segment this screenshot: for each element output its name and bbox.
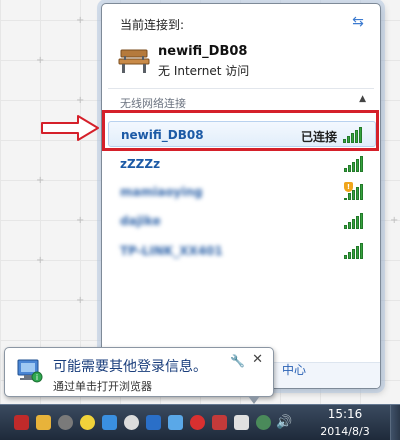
- network-item-dajike[interactable]: dajike: [108, 208, 376, 234]
- balloon-subtitle: 通过单击打开浏览器: [53, 380, 152, 393]
- unicom-icon[interactable]: [190, 415, 205, 430]
- app-red-icon[interactable]: [14, 415, 29, 430]
- taskbar: 🔊 15:16 2014/8/3: [0, 404, 400, 440]
- close-icon[interactable]: ✕: [252, 352, 263, 367]
- clock-time[interactable]: 15:16: [323, 407, 367, 421]
- current-network-name: newifi_DB08: [158, 44, 248, 59]
- bench-network-icon: [118, 49, 150, 73]
- network-name: dajike: [120, 214, 161, 228]
- login-balloon[interactable]: i 可能需要其他登录信息。 通过单击打开浏览器 🔧 ✕: [4, 347, 274, 397]
- flyout-header: 当前连接到:: [120, 18, 185, 32]
- signal-strength-icon: [344, 211, 364, 229]
- app-gray-icon[interactable]: [58, 415, 73, 430]
- shield-icon: !: [344, 182, 353, 192]
- balloon-title: 可能需要其他登录信息。: [53, 359, 207, 375]
- app-red2-icon[interactable]: [212, 415, 227, 430]
- network-name: mamiaoying: [120, 185, 203, 199]
- wrench-icon[interactable]: 🔧: [230, 354, 245, 368]
- app-blue2-icon[interactable]: [146, 415, 161, 430]
- red-arrow-icon: [41, 115, 99, 141]
- network-item-tplink[interactable]: TP-LINK_XX401: [108, 238, 376, 264]
- app-lightblue-icon[interactable]: [168, 415, 183, 430]
- show-desktop-button[interactable]: [390, 405, 400, 440]
- clock-date[interactable]: 2014/8/3: [312, 425, 378, 438]
- network-info-icon: i: [17, 359, 43, 383]
- network-tray-icon[interactable]: [256, 415, 271, 430]
- signal-strength-icon: [344, 154, 364, 172]
- app-white-icon[interactable]: [124, 415, 139, 430]
- flag-icon[interactable]: [234, 415, 249, 430]
- svg-text:i: i: [36, 373, 38, 382]
- signal-strength-icon: [344, 241, 364, 259]
- wireless-section-label: 无线网络连接: [120, 97, 186, 110]
- refresh-icon[interactable]: ⇆: [350, 14, 366, 30]
- volume-icon[interactable]: 🔊: [276, 415, 292, 430]
- app-blue-icon[interactable]: [102, 415, 117, 430]
- network-center-link[interactable]: 中心: [282, 361, 306, 378]
- collapse-chevron-icon[interactable]: ▲: [359, 94, 366, 104]
- network-flyout: 当前连接到: ⇆ newifi_DB08 无 Internet 访问 无线网络连…: [101, 3, 381, 389]
- network-name: zZZZz: [120, 157, 161, 171]
- qq-icon[interactable]: [80, 415, 95, 430]
- network-item-mamiaoying[interactable]: mamiaoying !: [108, 179, 376, 205]
- balloon-tail: [248, 396, 260, 404]
- network-item-zzzzz[interactable]: zZZZz: [108, 151, 376, 177]
- shield-app-icon[interactable]: [36, 415, 51, 430]
- network-name: TP-LINK_XX401: [120, 244, 223, 258]
- divider: [108, 88, 374, 89]
- secured-signal-icon: !: [344, 182, 364, 200]
- current-network-status: 无 Internet 访问: [158, 64, 250, 78]
- highlight-box: [102, 110, 379, 151]
